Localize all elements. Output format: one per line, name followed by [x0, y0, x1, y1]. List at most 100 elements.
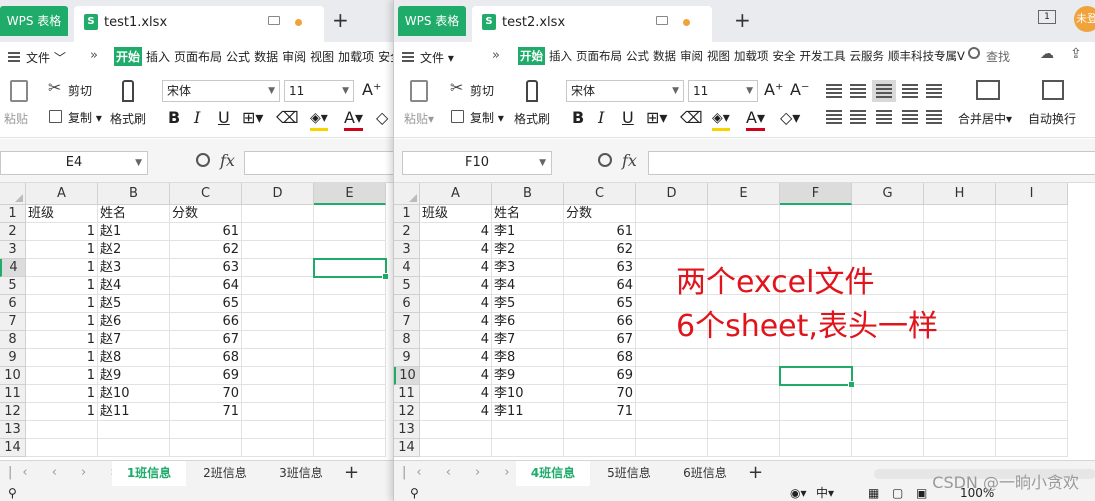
cell[interactable]: 李2	[492, 241, 564, 259]
ribbon-tab[interactable]: 插入	[549, 48, 572, 64]
scissors-icon[interactable]: ✂	[48, 78, 61, 97]
sheet-tab[interactable]: 2班信息	[188, 461, 262, 486]
macro-icon[interactable]: ⚲	[8, 486, 17, 501]
column-header[interactable]: I	[996, 183, 1068, 205]
cell[interactable]: 姓名	[98, 205, 170, 223]
search-icon[interactable]	[968, 47, 980, 59]
cell[interactable]	[636, 421, 708, 439]
cell[interactable]: 赵3	[98, 259, 170, 277]
erase-format-icon[interactable]: ⌫	[680, 108, 703, 128]
cell[interactable]	[314, 331, 386, 349]
cell[interactable]	[852, 403, 924, 421]
row-header[interactable]: 2	[394, 223, 420, 241]
column-header[interactable]: D	[242, 183, 314, 205]
cell[interactable]: 姓名	[492, 205, 564, 223]
cell[interactable]: 62	[564, 241, 636, 259]
column-header[interactable]: H	[924, 183, 996, 205]
page-break-icon[interactable]: ▣	[916, 486, 927, 501]
cell[interactable]: 4	[420, 259, 492, 277]
ribbon-tab[interactable]: 加载项	[338, 48, 374, 65]
menu-more-icon[interactable]: »	[492, 48, 500, 63]
cell[interactable]	[98, 421, 170, 439]
cell[interactable]	[996, 205, 1068, 223]
cell[interactable]	[26, 421, 98, 439]
row-header[interactable]: 13	[394, 421, 420, 439]
cell[interactable]	[492, 421, 564, 439]
wps-app-tab[interactable]: WPS 表格	[398, 6, 466, 36]
column-header[interactable]: E	[708, 183, 780, 205]
cell[interactable]: 4	[420, 277, 492, 295]
cell[interactable]	[852, 349, 924, 367]
italic-icon[interactable]: I	[194, 108, 200, 128]
row-header[interactable]: 6	[0, 295, 26, 313]
cell[interactable]: 赵6	[98, 313, 170, 331]
cell[interactable]: 分数	[564, 205, 636, 223]
cell[interactable]	[242, 205, 314, 223]
cell[interactable]	[708, 223, 780, 241]
increase-font-icon[interactable]: A⁺	[362, 80, 381, 100]
cell[interactable]	[996, 277, 1068, 295]
erase-format-icon[interactable]: ⌫	[276, 108, 299, 128]
border-icon[interactable]: ⊞▾	[646, 108, 667, 128]
page-layout-icon[interactable]: ▢	[892, 486, 903, 501]
cell[interactable]	[170, 421, 242, 439]
cell[interactable]	[780, 385, 852, 403]
cell[interactable]: 4	[420, 403, 492, 421]
cell[interactable]: 李10	[492, 385, 564, 403]
cell[interactable]: 1	[26, 259, 98, 277]
cell[interactable]	[924, 259, 996, 277]
cell[interactable]	[314, 205, 386, 223]
name-box[interactable]: F10 ▼	[402, 151, 552, 175]
cell[interactable]: 64	[170, 277, 242, 295]
row-header[interactable]: 9	[0, 349, 26, 367]
merge-center-button[interactable]: 合并居中▾	[958, 110, 1012, 127]
align-left-icon[interactable]	[826, 110, 842, 124]
copy-icon[interactable]	[451, 110, 464, 123]
cell[interactable]: 65	[170, 295, 242, 313]
cell[interactable]: 赵7	[98, 331, 170, 349]
cell[interactable]	[708, 367, 780, 385]
cell[interactable]	[780, 439, 852, 457]
macro-icon[interactable]: ⚲	[410, 486, 419, 501]
cell[interactable]	[242, 223, 314, 241]
cut-button[interactable]: 剪切	[470, 82, 494, 99]
column-header[interactable]: C	[564, 183, 636, 205]
cell[interactable]	[242, 313, 314, 331]
copy-icon[interactable]	[49, 110, 62, 123]
row-header[interactable]: 9	[394, 349, 420, 367]
cell[interactable]	[314, 403, 386, 421]
decrease-font-icon[interactable]: A⁻	[790, 80, 809, 100]
cell[interactable]	[996, 349, 1068, 367]
cell[interactable]	[564, 439, 636, 457]
paste-label[interactable]: 粘贴	[4, 110, 28, 127]
cell[interactable]	[26, 439, 98, 457]
row-header[interactable]: 11	[394, 385, 420, 403]
bold-icon[interactable]: B	[572, 108, 584, 128]
cell[interactable]	[636, 403, 708, 421]
cell[interactable]	[996, 259, 1068, 277]
row-header[interactable]: 10	[394, 367, 420, 385]
row-header[interactable]: 5	[0, 277, 26, 295]
ribbon-tab[interactable]: 安全	[378, 48, 393, 65]
cell[interactable]	[996, 295, 1068, 313]
cell[interactable]	[996, 385, 1068, 403]
cell[interactable]: 69	[170, 367, 242, 385]
row-header[interactable]: 12	[0, 403, 26, 421]
font-family-select[interactable]: 宋体 ▼	[566, 80, 684, 102]
cell[interactable]: 1	[26, 295, 98, 313]
cell[interactable]	[314, 313, 386, 331]
eraser-icon[interactable]: ◇	[376, 108, 388, 128]
cell[interactable]: 李6	[492, 313, 564, 331]
selected-cell[interactable]	[313, 258, 389, 280]
font-color-icon[interactable]: A▾	[344, 108, 363, 131]
cell[interactable]: 69	[564, 367, 636, 385]
column-header[interactable]: B	[492, 183, 564, 205]
sheet-tab[interactable]: 6班信息	[668, 461, 742, 486]
cell[interactable]: 赵10	[98, 385, 170, 403]
cell[interactable]	[924, 205, 996, 223]
hamburger-icon[interactable]	[8, 52, 20, 62]
row-header[interactable]: 4	[394, 259, 420, 277]
cell[interactable]	[708, 421, 780, 439]
cell[interactable]: 65	[564, 295, 636, 313]
tabs-scroll-right-icon[interactable]: ›	[940, 48, 945, 63]
